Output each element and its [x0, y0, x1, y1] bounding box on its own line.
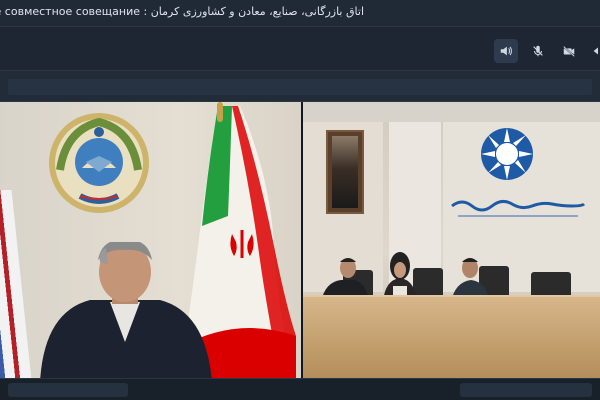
share-button[interactable] [586, 39, 600, 63]
chamber-name-signage [451, 199, 586, 217]
bottom-control-right[interactable] [460, 383, 592, 397]
bottom-controls [0, 378, 600, 400]
title-bar: اتاق بازرگانی، صنایع، معادن و کشاورزی کر… [0, 0, 600, 26]
toolbar [0, 26, 600, 70]
microphone-button[interactable] [526, 39, 550, 63]
portrait-frame [326, 130, 364, 214]
flag-pole-top [217, 102, 223, 122]
participant-right-video[interactable] [303, 102, 600, 378]
participant-left-person [40, 242, 212, 378]
bottom-control-left[interactable] [8, 383, 128, 397]
conference-table [303, 295, 600, 378]
meeting-title: اتاق بازرگانی، صنایع، معادن و کشاورزی کر… [0, 5, 364, 18]
participant-left-video[interactable] [0, 102, 301, 378]
info-strip [0, 70, 600, 102]
info-strip-bar [8, 79, 592, 95]
share-icon [593, 47, 598, 55]
speaker-button[interactable] [494, 39, 518, 63]
uzbekistan-flag [0, 190, 33, 378]
portrait-image [332, 136, 358, 208]
uzbekistan-emblem [49, 113, 149, 213]
camera-off-icon [563, 45, 575, 57]
speaker-icon [500, 46, 512, 56]
chamber-logo [481, 128, 533, 180]
video-stage [0, 102, 600, 378]
camera-button[interactable] [557, 39, 581, 63]
participants-right-group [321, 252, 571, 302]
ceiling [303, 102, 600, 122]
mic-off-icon [533, 45, 543, 57]
